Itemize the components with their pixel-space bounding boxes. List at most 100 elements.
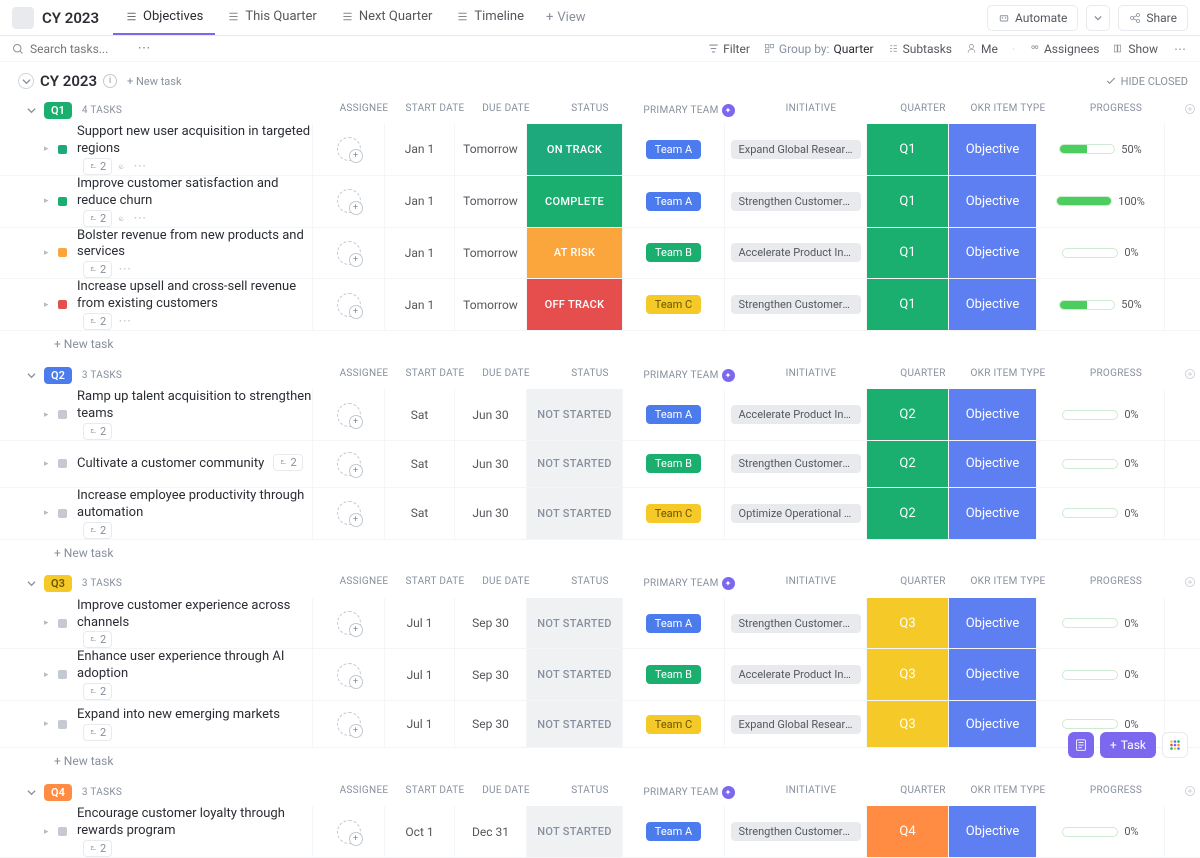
status-dot[interactable] xyxy=(58,720,67,729)
avatar-empty[interactable] xyxy=(337,820,361,844)
col-quarter[interactable]: Quarter xyxy=(882,368,964,383)
task-title[interactable]: Enhance user experience through AI adopt… xyxy=(77,643,284,687)
initiative-cell[interactable]: Accelerate Product Innovation xyxy=(724,228,866,279)
task-title[interactable]: Improve customer experience across chann… xyxy=(77,592,290,636)
col-initiative[interactable]: Initiative xyxy=(740,368,882,383)
avatar-empty[interactable] xyxy=(337,663,361,687)
quarter-cell[interactable]: Q3 xyxy=(866,598,948,649)
okr-cell[interactable]: Objective xyxy=(948,389,1036,440)
show-button[interactable]: Show xyxy=(1113,42,1158,56)
assignee-cell[interactable] xyxy=(312,389,384,440)
avatar-empty[interactable] xyxy=(337,712,361,736)
due-date-cell[interactable]: Jun 30 xyxy=(454,488,526,539)
expand-icon[interactable]: ▸ xyxy=(44,670,52,680)
okr-cell[interactable]: Objective xyxy=(948,228,1036,279)
view-tab-timeline[interactable]: Timeline xyxy=(444,0,536,35)
col-quarter[interactable]: Quarter xyxy=(882,576,964,591)
automate-button[interactable]: Automate xyxy=(987,5,1078,31)
fab-note[interactable] xyxy=(1068,732,1094,758)
col-team[interactable]: Primary Team✦ xyxy=(638,576,740,591)
avatar-empty[interactable] xyxy=(337,241,361,265)
col-team[interactable]: Primary Team✦ xyxy=(638,368,740,383)
team-cell[interactable]: Team B xyxy=(622,228,724,279)
search-input[interactable] xyxy=(30,42,130,56)
status-cell[interactable]: ON TRACK xyxy=(526,124,622,175)
start-date-cell[interactable]: Jul 1 xyxy=(384,649,454,700)
start-date-cell[interactable]: Sat xyxy=(384,441,454,487)
due-date-cell[interactable]: Jun 30 xyxy=(454,389,526,440)
col-progress[interactable]: Progress xyxy=(1052,785,1180,800)
progress-cell[interactable]: 0% xyxy=(1036,598,1164,649)
col-okr[interactable]: OKR Item Type xyxy=(964,785,1052,800)
expand-icon[interactable]: ▸ xyxy=(44,144,52,154)
status-dot[interactable] xyxy=(58,145,67,154)
new-task-top[interactable]: + New task xyxy=(127,75,181,88)
initiative-cell[interactable]: Strengthen Customer Retenti... xyxy=(724,279,866,330)
assignees-button[interactable]: Assignees xyxy=(1029,42,1099,56)
col-progress[interactable]: Progress xyxy=(1052,576,1180,591)
groupby-button[interactable]: Group by: Quarter xyxy=(764,42,874,56)
col-status[interactable]: Status xyxy=(542,103,638,118)
subtask-count[interactable]: 2 xyxy=(83,724,112,741)
col-start[interactable]: Start Date xyxy=(400,103,470,118)
page-title[interactable]: CY 2023 xyxy=(42,9,99,27)
col-assignee[interactable]: Assignee xyxy=(328,103,400,118)
hide-closed-button[interactable]: HIDE CLOSED xyxy=(1105,75,1188,88)
info-icon[interactable]: i xyxy=(103,74,117,88)
initiative-cell[interactable]: Strengthen Customer Retenti... xyxy=(724,176,866,227)
add-column-button[interactable] xyxy=(1180,103,1200,118)
initiative-cell[interactable]: Optimize Operational Efficien... xyxy=(724,488,866,539)
col-due[interactable]: Due Date xyxy=(470,785,542,800)
group-badge[interactable]: Q1 xyxy=(44,102,72,119)
expand-icon[interactable]: ▸ xyxy=(44,248,52,258)
quarter-cell[interactable]: Q1 xyxy=(866,228,948,279)
status-cell[interactable]: NOT STARTED xyxy=(526,649,622,700)
col-quarter[interactable]: Quarter xyxy=(882,785,964,800)
status-dot[interactable] xyxy=(58,459,67,468)
link-icon[interactable] xyxy=(116,161,127,172)
col-due[interactable]: Due Date xyxy=(470,576,542,591)
add-column-button[interactable] xyxy=(1180,368,1200,383)
quarter-cell[interactable]: Q4 xyxy=(866,806,948,857)
new-task-row[interactable]: + New task xyxy=(0,540,1200,570)
col-quarter[interactable]: Quarter xyxy=(882,103,964,118)
col-due[interactable]: Due Date xyxy=(470,368,542,383)
assignee-cell[interactable] xyxy=(312,701,384,747)
progress-cell[interactable]: 0% xyxy=(1036,389,1164,440)
subtask-count[interactable]: 2 xyxy=(83,313,112,330)
col-assignee[interactable]: Assignee xyxy=(328,576,400,591)
share-button[interactable]: Share xyxy=(1118,5,1188,31)
task-title[interactable]: Improve customer satisfaction and reduce… xyxy=(77,170,278,214)
progress-cell[interactable]: 0% xyxy=(1036,806,1164,857)
status-cell[interactable]: COMPLETE xyxy=(526,176,622,227)
status-cell[interactable]: NOT STARTED xyxy=(526,389,622,440)
quarter-cell[interactable]: Q1 xyxy=(866,176,948,227)
col-team[interactable]: Primary Team✦ xyxy=(638,785,740,800)
due-date-cell[interactable]: Sep 30 xyxy=(454,649,526,700)
view-tab-this-quarter[interactable]: This Quarter xyxy=(215,0,328,35)
initiative-cell[interactable]: Accelerate Product Innovation xyxy=(724,389,866,440)
due-date-cell[interactable]: Tomorrow xyxy=(454,124,526,175)
okr-cell[interactable]: Objective xyxy=(948,806,1036,857)
start-date-cell[interactable]: Jan 1 xyxy=(384,279,454,330)
filter-button[interactable]: Filter xyxy=(708,42,750,56)
col-start[interactable]: Start Date xyxy=(400,368,470,383)
team-cell[interactable]: Team C xyxy=(622,279,724,330)
group-toggle[interactable] xyxy=(24,103,38,117)
status-dot[interactable] xyxy=(58,509,67,518)
team-cell[interactable]: Team A xyxy=(622,598,724,649)
initiative-cell[interactable]: Strengthen Customer Retenti... xyxy=(724,806,866,857)
group-toggle[interactable] xyxy=(24,785,38,799)
quarter-cell[interactable]: Q2 xyxy=(866,441,948,487)
team-cell[interactable]: Team A xyxy=(622,176,724,227)
quarter-cell[interactable]: Q3 xyxy=(866,649,948,700)
subtask-count[interactable]: 2 xyxy=(83,522,112,539)
start-date-cell[interactable]: Sat xyxy=(384,389,454,440)
initiative-cell[interactable]: Expand Global Research xyxy=(724,701,866,747)
initiative-cell[interactable]: Expand Global Research xyxy=(724,124,866,175)
add-view-button[interactable]: + View xyxy=(536,10,596,25)
assignee-cell[interactable] xyxy=(312,488,384,539)
col-assignee[interactable]: Assignee xyxy=(328,368,400,383)
quarter-cell[interactable]: Q3 xyxy=(866,701,948,747)
col-status[interactable]: Status xyxy=(542,368,638,383)
